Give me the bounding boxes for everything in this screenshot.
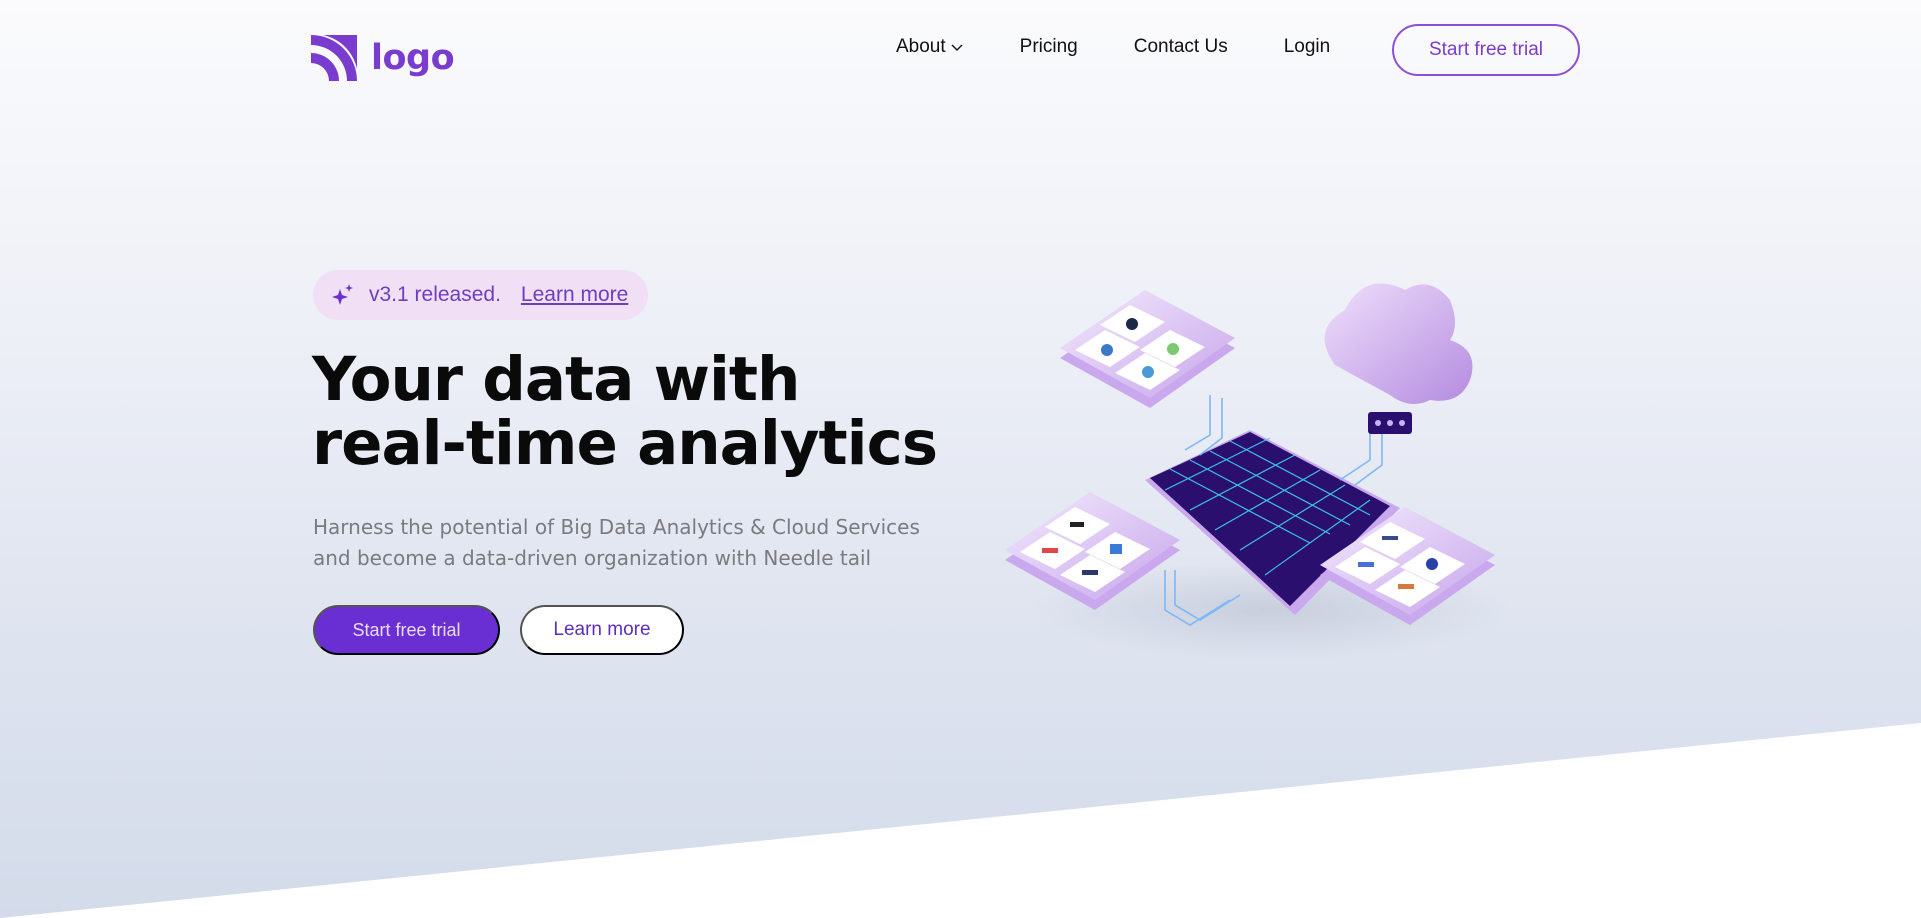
badge-text: v3.1 released. (369, 283, 501, 306)
sparkle-icon (332, 284, 353, 305)
subtext-line-2: and become a data-driven organization wi… (313, 546, 872, 570)
hero-headline: Your data with real-time analytics (312, 348, 1012, 476)
hero-learn-more-button[interactable]: Learn more (520, 605, 684, 655)
chevron-down-icon (951, 44, 963, 51)
top-tile-platform (1060, 290, 1235, 408)
nav-item-contact[interactable]: Contact Us (1134, 36, 1228, 58)
release-badge: v3.1 released. Learn more (313, 270, 649, 320)
nav-item-login-label: Login (1283, 36, 1331, 57)
headline-line-2: real-time analytics (312, 408, 938, 479)
header-start-trial-button[interactable]: Start free trial (1392, 24, 1580, 76)
isometric-data-platform-illustration (1005, 283, 1510, 660)
nav-item-login[interactable]: Login (1284, 36, 1331, 58)
nav-item-about[interactable]: About (896, 36, 964, 58)
nav-item-contact-label: Contact Us (1133, 36, 1228, 57)
hero-subtext: Harness the potential of Big Data Analyt… (313, 512, 953, 574)
logo[interactable]: logo (309, 33, 455, 83)
main-nav: About Pricing Contact Us Login (896, 36, 1330, 58)
nav-item-about-label: About (896, 36, 946, 57)
nav-item-pricing[interactable]: Pricing (1020, 36, 1078, 58)
hero-start-trial-button[interactable]: Start free trial (313, 605, 500, 655)
headline-line-1: Your data with (312, 344, 800, 415)
nav-item-pricing-label: Pricing (1019, 36, 1078, 57)
cloud-icon (1324, 283, 1473, 434)
subtext-line-1: Harness the potential of Big Data Analyt… (313, 515, 920, 539)
logo-text: logo (371, 38, 455, 78)
badge-learn-more-link[interactable]: Learn more (521, 283, 628, 307)
logo-mark-icon (311, 35, 357, 81)
